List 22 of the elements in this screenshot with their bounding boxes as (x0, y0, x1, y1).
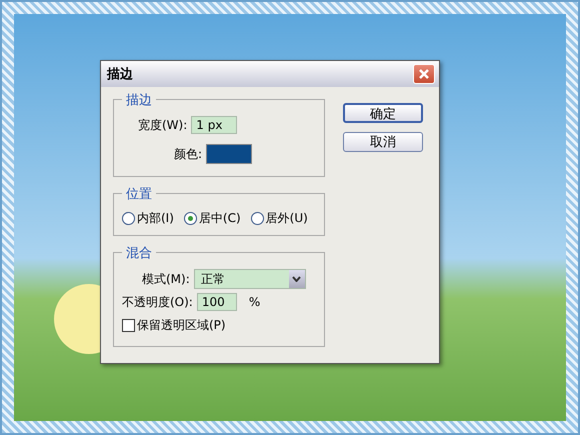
dialog-button[interactable]: 取消 (343, 132, 423, 152)
dialog-button[interactable]: 确定 (343, 103, 423, 123)
chevron-down-icon (292, 276, 302, 282)
close-button[interactable] (413, 64, 435, 84)
dialog-title: 描边 (107, 66, 133, 83)
location-radio[interactable]: 内部(I) (122, 210, 174, 227)
preserve-transparency-checkbox[interactable]: 保留透明区域(P) (122, 317, 316, 334)
group-title: 位置 (122, 185, 156, 203)
mode-label: 模式(M): (142, 270, 190, 288)
width-label: 宽度(W): (138, 116, 188, 134)
color-label: 颜色: (174, 146, 202, 162)
close-icon (418, 68, 430, 80)
color-swatch[interactable] (206, 144, 252, 164)
group-title: 描边 (122, 91, 156, 109)
group-title: 混合 (122, 244, 156, 262)
location-radio[interactable]: 居外(U) (250, 210, 308, 227)
width-field[interactable]: 1 px (191, 116, 238, 134)
percent-unit: % (248, 295, 260, 309)
opacity-field[interactable]: 100 (196, 293, 237, 311)
location-radio[interactable]: 居中(C) (184, 210, 241, 227)
mode-dropdown[interactable]: 正常 (194, 269, 306, 289)
opacity-label: 不透明度(O): (122, 294, 193, 310)
